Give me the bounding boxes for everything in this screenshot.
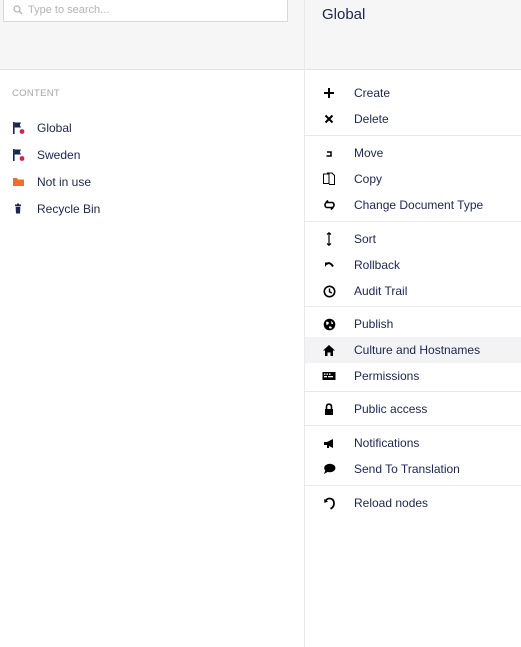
- action-audit-trail[interactable]: Audit Trail: [305, 278, 521, 304]
- action-permissions[interactable]: Permissions: [305, 363, 521, 389]
- action-reload-nodes[interactable]: Reload nodes: [305, 490, 521, 516]
- action-label: Reload nodes: [354, 496, 429, 510]
- move-icon: [322, 146, 336, 160]
- action-label: Copy: [354, 172, 383, 186]
- action-sort[interactable]: Sort: [305, 226, 521, 252]
- trash-icon: [12, 202, 26, 216]
- search-icon: [13, 5, 23, 15]
- action-label: Rollback: [354, 258, 401, 272]
- action-label: Permissions: [354, 369, 420, 383]
- separator: [305, 306, 521, 307]
- node-title: Global: [322, 6, 366, 23]
- separator: [305, 391, 521, 392]
- globe-icon: [322, 317, 336, 331]
- reload-icon: [322, 496, 336, 510]
- clock-icon: [322, 284, 336, 298]
- action-label: Create: [354, 86, 391, 100]
- keyboard-icon: [322, 369, 336, 383]
- actions-panel: Global Create Delete Move Copy Change Do…: [305, 0, 521, 647]
- exchange-icon: [322, 198, 336, 212]
- folder-icon: [12, 175, 26, 189]
- action-label: Culture and Hostnames: [354, 343, 481, 357]
- tree-item-label: Global: [37, 121, 72, 135]
- action-label: Publish: [354, 317, 394, 331]
- tree-item-recycle-bin[interactable]: Recycle Bin: [12, 198, 100, 220]
- action-change-document-type[interactable]: Change Document Type: [305, 192, 521, 218]
- content-tree-panel: CONTENT Global Sweden Not in use Recycle…: [0, 0, 305, 647]
- tree-item-label: Recycle Bin: [37, 202, 101, 216]
- search-input[interactable]: [28, 4, 268, 16]
- action-label: Change Document Type: [354, 198, 484, 212]
- megaphone-icon: [322, 436, 336, 450]
- action-create[interactable]: Create: [305, 80, 521, 106]
- tree-item-label: Not in use: [37, 175, 92, 189]
- action-label: Send To Translation: [354, 462, 460, 476]
- flag-icon: [12, 148, 26, 162]
- action-label: Move: [354, 146, 384, 160]
- tree-item-label: Sweden: [37, 148, 81, 162]
- undo-icon: [322, 258, 336, 272]
- search-box[interactable]: [3, 0, 288, 22]
- actions-header: Global: [305, 0, 521, 70]
- speech-bubble-icon: [322, 462, 336, 476]
- lock-icon: [322, 402, 336, 416]
- section-label: CONTENT: [12, 88, 61, 99]
- action-label: Delete: [354, 112, 389, 126]
- sort-icon: [322, 232, 336, 246]
- flag-icon: [12, 121, 26, 135]
- action-label: Notifications: [354, 436, 420, 450]
- tree-item-not-in-use[interactable]: Not in use: [12, 171, 91, 193]
- copy-icon: [322, 172, 336, 186]
- tree-header: [0, 0, 304, 70]
- separator: [305, 221, 521, 222]
- action-label: Sort: [354, 232, 377, 246]
- action-move[interactable]: Move: [305, 140, 521, 166]
- action-publish[interactable]: Publish: [305, 311, 521, 337]
- action-send-to-translation[interactable]: Send To Translation: [305, 456, 521, 482]
- action-culture-and-hostnames[interactable]: Culture and Hostnames: [305, 337, 521, 363]
- action-public-access[interactable]: Public access: [305, 396, 521, 422]
- action-label: Public access: [354, 402, 428, 416]
- action-copy[interactable]: Copy: [305, 166, 521, 192]
- tree-item-global[interactable]: Global: [12, 117, 72, 139]
- separator: [305, 425, 521, 426]
- separator: [305, 135, 521, 136]
- close-icon: [322, 112, 336, 126]
- tree-item-sweden[interactable]: Sweden: [12, 144, 80, 166]
- plus-icon: [322, 86, 336, 100]
- action-delete[interactable]: Delete: [305, 106, 521, 132]
- action-label: Audit Trail: [354, 284, 408, 298]
- action-rollback[interactable]: Rollback: [305, 252, 521, 278]
- separator: [305, 485, 521, 486]
- home-icon: [322, 343, 336, 357]
- action-notifications[interactable]: Notifications: [305, 430, 521, 456]
